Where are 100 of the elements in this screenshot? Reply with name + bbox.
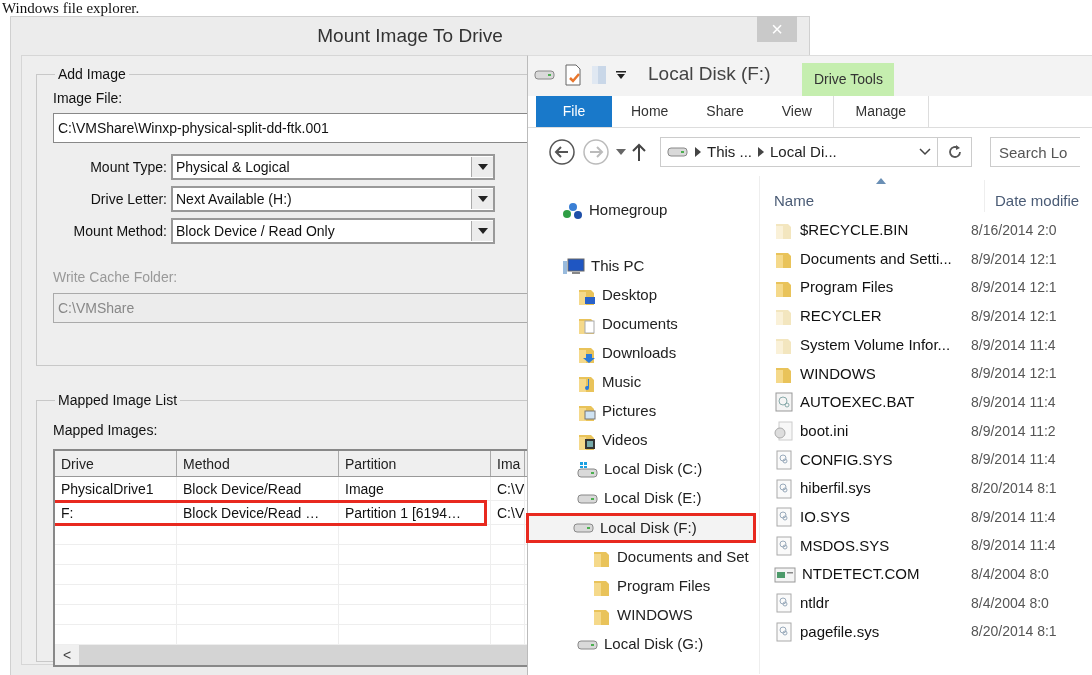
document-check-icon xyxy=(564,64,582,86)
context-tab-group: Drive Tools xyxy=(802,63,895,96)
column-header[interactable]: Partition xyxy=(339,451,491,476)
table-cell: PhysicalDrive1 xyxy=(55,477,177,500)
scroll-left-button[interactable]: < xyxy=(55,645,79,665)
field-label: Mount Method: xyxy=(72,221,167,241)
refresh-icon xyxy=(946,144,963,160)
drive-icon xyxy=(573,523,595,533)
nav-item[interactable]: This PC xyxy=(528,252,759,281)
drive-icon xyxy=(577,461,599,478)
nav-item[interactable]: Videos xyxy=(528,426,759,455)
date-text: 8/4/2004 8:0 xyxy=(970,565,1049,585)
file-name[interactable]: Program Files xyxy=(800,276,894,299)
field-label: Mount Type: xyxy=(89,157,167,177)
window-title: Mount Image To Drive xyxy=(317,23,503,48)
ribbon-tab[interactable]: Home xyxy=(612,96,688,127)
date-text: 8/9/2014 11:4 xyxy=(970,536,1056,556)
nav-item[interactable]: Local Disk (C:) xyxy=(528,455,759,484)
nav-item[interactable]: Program Files xyxy=(528,572,759,601)
file-name[interactable]: RECYCLER xyxy=(800,305,882,328)
caret-icon xyxy=(477,196,488,202)
input-field[interactable]: C:\VMShare\Winxp-physical-split-dd-ftk.001 xyxy=(53,113,527,143)
caption-text: Windows file explorer. xyxy=(1,0,141,16)
field-label: Image File: xyxy=(53,89,123,108)
search-field[interactable]: Search Lo xyxy=(990,137,1080,167)
field-label: Write Cache Folder: xyxy=(53,268,178,287)
ribbon-tab[interactable]: Share xyxy=(687,96,763,127)
dropdown[interactable]: Block Device / Read Only xyxy=(171,218,495,244)
column-header[interactable]: Drive xyxy=(55,451,177,476)
file-name[interactable]: IO.SYS xyxy=(800,505,851,529)
dropdown[interactable]: Physical & Logical xyxy=(171,154,495,180)
column-header[interactable]: Ima xyxy=(491,451,525,476)
date-text: 8/9/2014 11:2 xyxy=(970,421,1056,441)
dropdown[interactable]: Next Available (H:) xyxy=(171,186,495,212)
column-header[interactable]: Method xyxy=(177,451,339,476)
address-bar[interactable]: This ... Local Di... xyxy=(660,137,938,167)
file-name[interactable]: boot.ini xyxy=(800,419,849,443)
field-label: Drive Letter: xyxy=(89,189,167,209)
breadcrumb[interactable]: Local Di... xyxy=(770,140,837,164)
file-name[interactable]: AUTOEXEC.BAT xyxy=(800,391,915,414)
recent-dropdown[interactable] xyxy=(616,149,626,155)
group-title: Mapped Image List xyxy=(57,392,179,408)
nav-item[interactable]: Documents xyxy=(528,310,759,339)
back-button[interactable] xyxy=(548,138,576,166)
ribbon-tab[interactable]: View xyxy=(762,96,831,127)
caret-icon xyxy=(616,149,626,155)
nav-item[interactable]: Local Disk (E:) xyxy=(528,484,759,513)
table-cell: F: xyxy=(55,501,177,524)
file-name[interactable]: System Volume Infor... xyxy=(800,333,951,357)
nav-item[interactable]: Music xyxy=(528,368,759,397)
nav-item[interactable]: Downloads xyxy=(528,339,759,368)
window-title: Local Disk (F:) xyxy=(648,61,771,86)
drive-icon xyxy=(667,147,689,157)
up-button[interactable] xyxy=(632,143,646,161)
date-text: 8/9/2014 11:4 xyxy=(970,335,1056,355)
nav-item[interactable]: Documents and Set xyxy=(528,543,759,572)
nav-item[interactable]: Local Disk (G:) xyxy=(528,630,759,659)
group-title: Add Image xyxy=(57,66,127,82)
file-name[interactable]: MSDOS.SYS xyxy=(800,534,890,558)
file-name[interactable]: $RECYCLE.BIN xyxy=(800,219,909,242)
column-header[interactable]: Date modifie xyxy=(984,179,1080,213)
table-cell: Partition 1 [6194… xyxy=(339,501,491,524)
caret-icon xyxy=(477,228,488,234)
breadcrumb[interactable]: This ... xyxy=(707,140,752,164)
network-icon xyxy=(562,200,584,221)
nav-item[interactable]: WINDOWS xyxy=(528,601,759,630)
date-text: 8/9/2014 12:1 xyxy=(970,306,1057,326)
date-text: 8/9/2014 11:4 xyxy=(970,450,1056,470)
table-cell: C:\V xyxy=(491,501,525,524)
file-name[interactable]: CONFIG.SYS xyxy=(800,448,893,472)
date-text: 8/9/2014 12:1 xyxy=(970,249,1057,269)
file-name[interactable]: ntldr xyxy=(800,592,830,615)
nav-item[interactable]: Pictures xyxy=(528,397,759,426)
date-text: 8/20/2014 8:1 xyxy=(970,479,1057,499)
date-text: 8/9/2014 12:1 xyxy=(970,364,1057,384)
file-name[interactable]: Documents and Setti... xyxy=(800,247,952,271)
drive-icon xyxy=(577,493,599,504)
table-cell: Image xyxy=(339,477,491,500)
file-name[interactable]: NTDETECT.COM xyxy=(802,563,920,586)
date-text: 8/4/2004 8:0 xyxy=(970,593,1049,613)
chevron-icon xyxy=(695,147,701,157)
column-header[interactable]: Name xyxy=(774,179,984,213)
nav-item[interactable]: Homegroup xyxy=(528,196,759,225)
refresh-button[interactable] xyxy=(938,137,972,167)
file-menu-button[interactable]: File xyxy=(536,96,612,127)
nav-item[interactable]: Local Disk (F:) xyxy=(526,513,756,543)
folder-icon xyxy=(590,64,608,86)
file-name[interactable]: hiberfil.sys xyxy=(800,477,871,500)
drive-icon xyxy=(577,639,599,650)
back-icon xyxy=(548,138,576,166)
nav-item[interactable]: Desktop xyxy=(528,281,759,310)
chevron-icon xyxy=(758,147,764,157)
sort-arrow-icon xyxy=(876,178,886,184)
file-name[interactable]: WINDOWS xyxy=(800,362,876,386)
date-text: 8/20/2014 8:1 xyxy=(970,622,1057,642)
up-arrow-icon xyxy=(632,143,646,161)
date-text: 8/16/2014 2:0 xyxy=(970,220,1057,240)
dropdown-icon xyxy=(616,70,626,80)
file-name[interactable]: pagefile.sys xyxy=(800,620,880,644)
table-cell: Block Device/Read xyxy=(177,477,339,500)
